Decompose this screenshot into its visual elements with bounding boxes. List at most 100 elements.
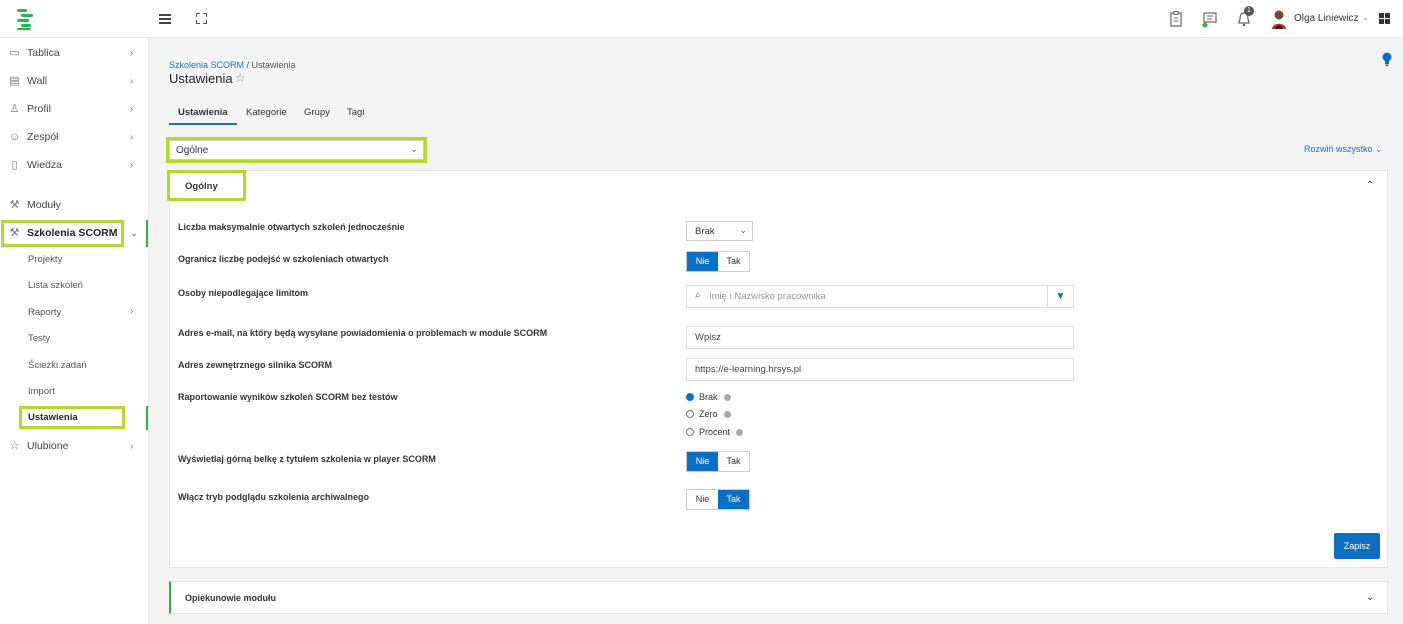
avatar[interactable] (1270, 9, 1288, 29)
user-name[interactable]: Olga Liniewicz (1294, 13, 1358, 24)
info-icon[interactable] (723, 411, 731, 418)
radio-button[interactable] (686, 393, 694, 401)
highlight-frame (167, 170, 246, 201)
tab-kategorie[interactable]: Kategorie (246, 107, 287, 118)
breadcrumb-separator: / (244, 60, 252, 70)
monitor-icon: ▭ (9, 46, 20, 59)
toggle-on-option[interactable]: Tak (718, 452, 749, 471)
sidebar-item-moduly[interactable]: ⚒ Moduły (0, 194, 149, 216)
toggle-off-option[interactable]: Nie (687, 452, 718, 471)
info-icon[interactable] (723, 394, 731, 401)
tab-ustawienia[interactable]: Ustawienia (178, 107, 228, 118)
employee-search-input[interactable]: ⌕ Imię i Nazwisko pracownika ▼ (686, 285, 1074, 308)
tab-tagi[interactable]: Tagi (347, 107, 364, 118)
sidebar-item-label: Profil (27, 103, 51, 115)
info-icon[interactable] (736, 429, 744, 436)
chevron-down-icon: ⌄ (739, 225, 747, 235)
active-indicator (146, 220, 148, 247)
star-icon[interactable]: ☆ (235, 71, 246, 85)
sidebar-subitem-testy[interactable]: Testy (0, 329, 149, 349)
sidebar-subitem-sciezki-zadan[interactable]: Ścieżki zadań (0, 356, 149, 376)
toggle-off-option[interactable]: Nie (687, 252, 718, 271)
select-value: Brak (695, 226, 715, 237)
sidebar-subitem-import[interactable]: Import (0, 382, 149, 402)
sidebar-item-label: Ulubione (27, 440, 69, 452)
highlight-frame (19, 406, 125, 429)
limit-attempts-toggle[interactable]: Nie Tak (686, 251, 750, 272)
sidebar-item-profil[interactable]: ♙ Profil › (0, 98, 149, 120)
filter-icon[interactable]: ▼ (1047, 286, 1073, 307)
highlight-frame (1, 220, 124, 247)
chevron-down-icon[interactable]: ⌄ (1366, 592, 1374, 603)
lightbulb-icon[interactable] (1382, 52, 1392, 66)
notification-badge: 1 (1244, 6, 1254, 16)
clipboard-icon[interactable] (1167, 10, 1185, 28)
expand-all-label: Rozwiń wszystko (1304, 144, 1373, 154)
setting-label: Ogranicz liczbę podejść w szkoleniach ot… (178, 254, 389, 264)
top-bar-toggle[interactable]: Nie Tak (686, 451, 750, 472)
sidebar-item-ulubione[interactable]: ☆ Ulubione › (0, 435, 149, 457)
setting-label: Liczba maksymalnie otwartych szkoleń jed… (178, 222, 405, 232)
sidebar-subitem-label: Ścieżki zadań (28, 360, 87, 371)
apps-grid-icon[interactable] (1379, 13, 1390, 24)
setting-label: Raportowanie wyników szkoleń SCORM bez t… (178, 392, 398, 402)
setting-label: Adres zewnętrznego silnika SCORM (178, 360, 333, 370)
menu-icon[interactable] (159, 13, 171, 24)
sidebar-item-label: Zespół (27, 131, 59, 143)
breadcrumb-link[interactable]: Szkolenia SCORM (169, 60, 244, 70)
scorm-engine-url-field[interactable]: https://e-learning.hrsys.pl (686, 358, 1074, 381)
radio-brak[interactable]: Brak (686, 392, 731, 402)
chevron-down-icon[interactable]: ⌄ (1362, 13, 1369, 22)
active-tab-indicator (169, 123, 237, 125)
radio-label: Zero (699, 409, 718, 419)
tab-grupy[interactable]: Grupy (304, 107, 330, 118)
app-logo[interactable] (13, 8, 35, 30)
sidebar-subitem-lista-szkolen[interactable]: Lista szkoleń (0, 276, 149, 296)
radio-label: Procent (699, 427, 731, 437)
toggle-on-option[interactable]: Tak (718, 490, 749, 509)
chevron-down-icon: ⌄ (1375, 144, 1383, 154)
sidebar-item-wall[interactable]: ▤ Wall › (0, 70, 149, 92)
radio-button[interactable] (686, 428, 694, 436)
search-icon: ⌕ (695, 290, 701, 301)
page-title: Ustawienia (169, 71, 233, 86)
panel-title[interactable]: Opiekunowie modułu (185, 593, 276, 603)
chevron-right-icon: › (130, 103, 134, 115)
radio-zero[interactable]: Zero (686, 409, 731, 419)
email-field[interactable]: Wpisz (686, 326, 1074, 349)
chevron-right-icon: › (130, 131, 134, 143)
radio-button[interactable] (686, 410, 694, 418)
archive-preview-toggle[interactable]: Nie Tak (686, 489, 750, 510)
star-icon: ☆ (9, 439, 20, 452)
sidebar-item-tablica[interactable]: ▭ Tablica › (0, 42, 149, 64)
toggle-on-option[interactable]: Tak (718, 252, 749, 271)
sidebar-subitem-label: Lista szkoleń (28, 280, 83, 291)
toggle-off-option[interactable]: Nie (687, 490, 718, 509)
sidebar-item-wiedza[interactable]: ▯ Wiedza › (0, 154, 149, 176)
module-owners-panel[interactable] (169, 581, 1388, 614)
sidebar: ▭ Tablica › ▤ Wall › ♙ Profil › ☺ Zespół… (0, 38, 149, 624)
setting-label: Wyświetlaj górną belkę z tytułem szkolen… (178, 454, 436, 464)
sidebar-subitem-label: Import (28, 386, 55, 397)
sidebar-item-zespol[interactable]: ☺ Zespół › (0, 126, 149, 148)
input-value: https://e-learning.hrsys.pl (695, 364, 802, 375)
sidebar-subitem-projekty[interactable]: Projekty (0, 250, 149, 270)
chevron-right-icon: › (130, 159, 134, 171)
chevron-right-icon: › (130, 75, 134, 87)
expand-all-link[interactable]: Rozwiń wszystko ⌄ (1304, 144, 1383, 155)
sidebar-subitem-raporty[interactable]: Raporty › (0, 303, 149, 323)
fullscreen-icon[interactable] (196, 13, 207, 24)
sidebar-item-label: Tablica (27, 47, 60, 59)
chevron-right-icon: › (130, 306, 134, 317)
chevron-right-icon: › (130, 47, 134, 59)
radio-procent[interactable]: Procent (686, 427, 744, 437)
top-bar: 1 Olga Liniewicz ⌄ (0, 0, 1403, 38)
input-placeholder: Imię i Nazwisko pracownika (709, 291, 826, 302)
chat-icon[interactable] (1201, 10, 1219, 28)
max-open-select[interactable]: Brak ⌄ (686, 221, 753, 241)
save-button[interactable]: Zapisz (1334, 533, 1380, 559)
breadcrumb-current: Ustawienia (251, 60, 296, 70)
sidebar-item-label: Moduły (27, 199, 61, 211)
chevron-up-icon[interactable]: ⌃ (1366, 180, 1374, 191)
setting-label: Adres e-mail, na który będą wysyłane pow… (178, 328, 548, 338)
